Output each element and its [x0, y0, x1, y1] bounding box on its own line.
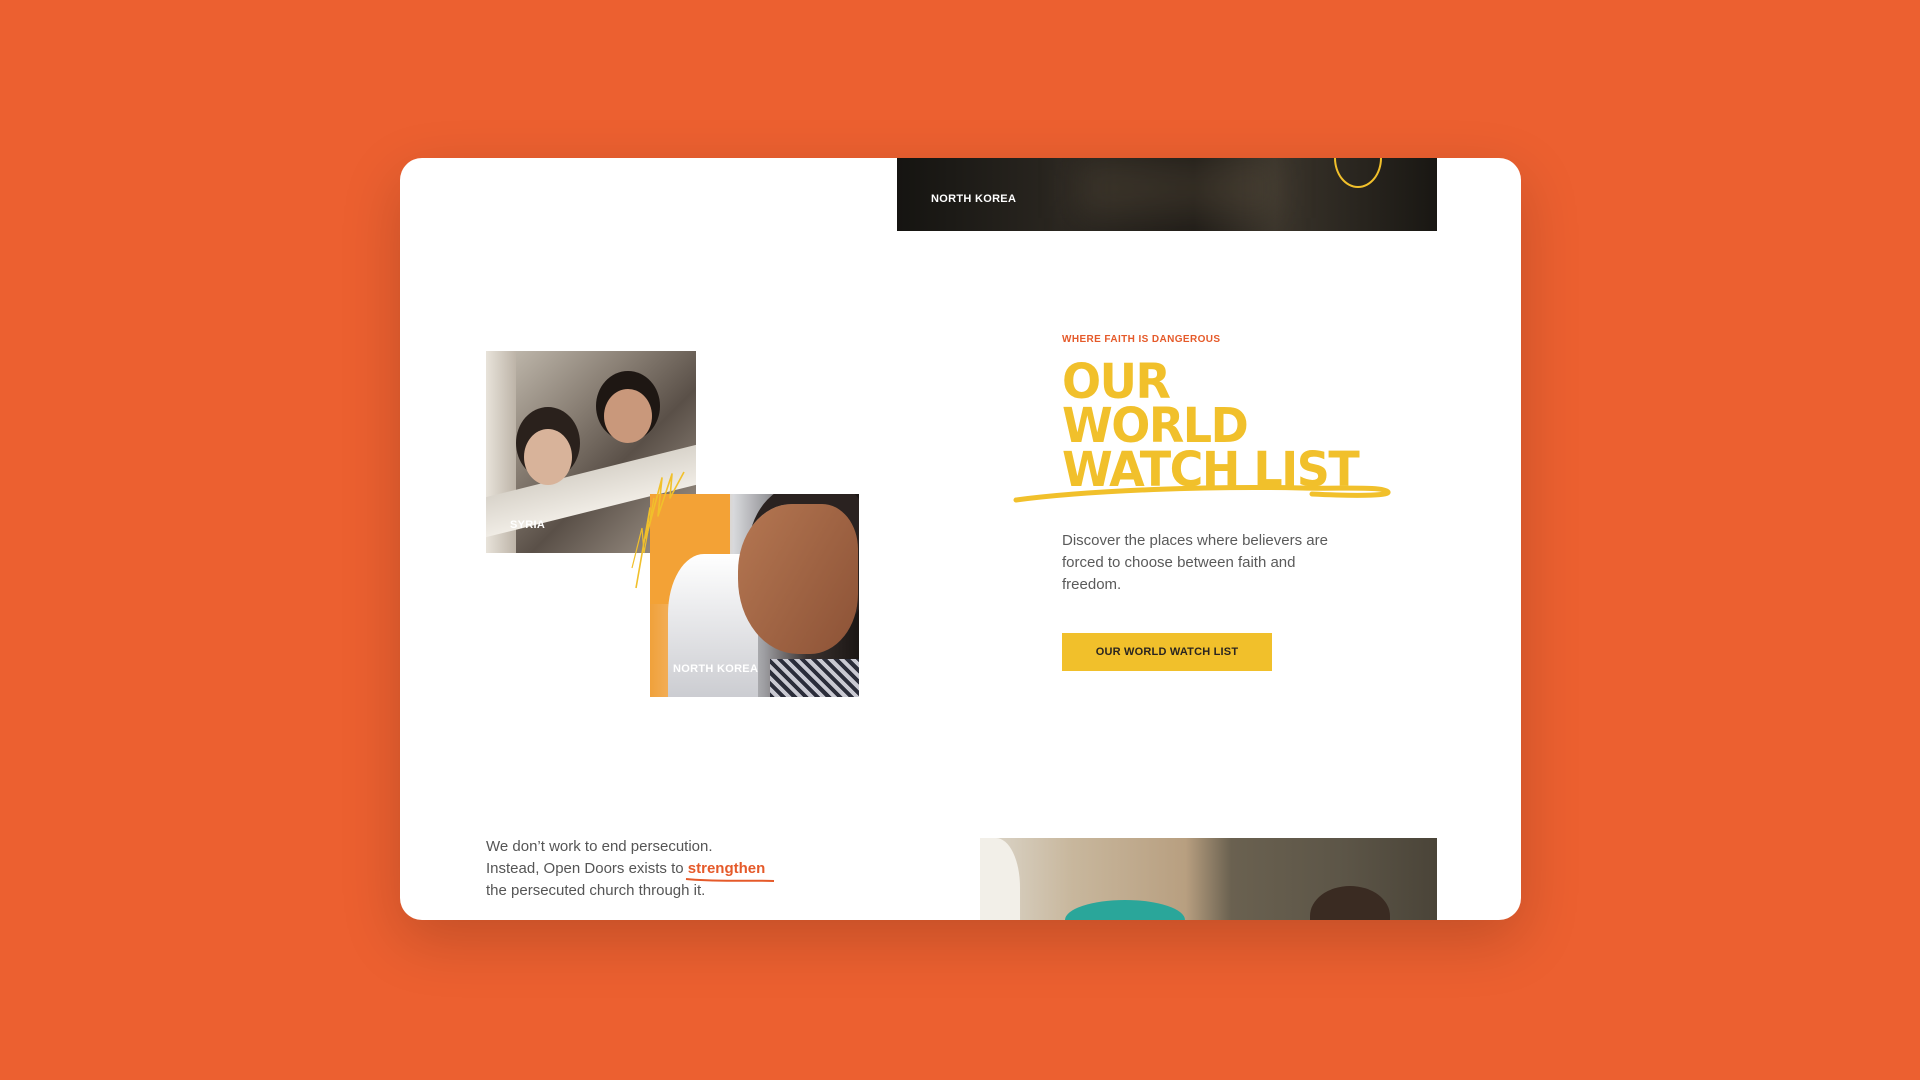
mission-line-3: the persecuted church through it.: [486, 882, 706, 899]
mission-statement: We don’t work to end persecution. Instea…: [486, 836, 816, 902]
girl-face: [604, 389, 652, 443]
world-watch-list-button[interactable]: OUR WORLD WATCH LIST: [1062, 633, 1272, 671]
teal-headscarf: [1065, 900, 1185, 920]
banner-label: NORTH KOREA: [931, 193, 1017, 205]
eyebrow-text: WHERE FAITH IS DANGEROUS: [1062, 334, 1221, 345]
child-face: [524, 429, 572, 485]
description-text: Discover the places where believers are …: [1062, 532, 1328, 593]
person-head: [1310, 886, 1390, 920]
photo-arch: [980, 838, 1020, 920]
north-korea-banner-image[interactable]: NORTH KOREA: [897, 158, 1437, 231]
mission-line-2: Instead, Open Doors exists to strengthen: [486, 858, 816, 882]
bottom-photo: [980, 838, 1437, 920]
north-korea-label: NORTH KOREA: [673, 663, 759, 675]
underline-swoosh: [1013, 485, 1391, 503]
syria-label: SYRIA: [510, 519, 546, 531]
mission-line-1: We don’t work to end persecution.: [486, 838, 713, 855]
woman-face: [738, 504, 858, 654]
highlight-underline: [685, 878, 774, 882]
mission-line-2-prefix: Instead, Open Doors exists to: [486, 860, 684, 877]
page-card: NORTH KOREA SYRIA NORTH KOREA WHERE FAIT…: [400, 158, 1521, 920]
patterned-shirt: [770, 659, 859, 697]
banner-blur: [1077, 158, 1277, 218]
scribble-decoration: [631, 471, 685, 589]
play-circle-icon[interactable]: [1334, 158, 1382, 188]
page-title: OUR WORLD WATCH LIST: [1062, 357, 1382, 493]
strengthen-highlight: strengthen: [685, 860, 774, 882]
